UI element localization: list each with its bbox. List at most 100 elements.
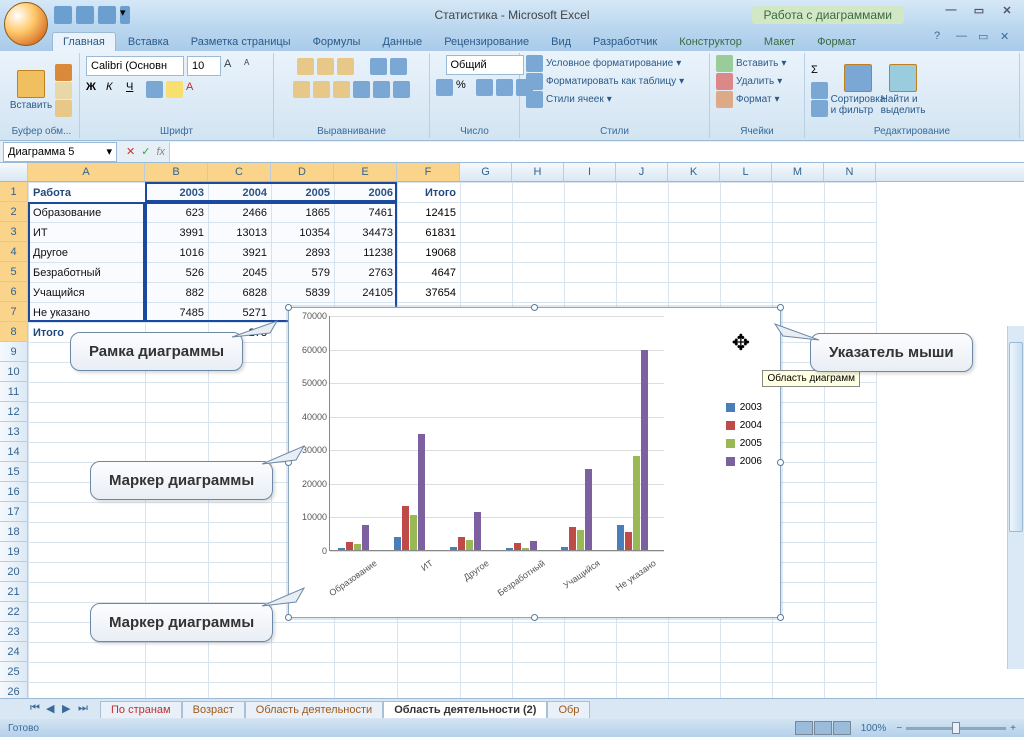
cell-M24[interactable] (773, 643, 825, 663)
cell-G4[interactable] (461, 243, 513, 263)
cell-N24[interactable] (825, 643, 877, 663)
paste-button[interactable]: Вставить (10, 59, 52, 121)
bar-Другое-2005[interactable] (466, 540, 473, 550)
cell-I6[interactable] (565, 283, 617, 303)
cell-B24[interactable] (146, 643, 209, 663)
cell-C12[interactable] (209, 403, 272, 423)
zoom-level[interactable]: 100% (861, 723, 887, 734)
increase-decimal-icon[interactable] (496, 79, 513, 96)
col-header-J[interactable]: J (616, 163, 668, 181)
name-box[interactable]: Диаграмма 5▾ (3, 142, 117, 162)
cell-D24[interactable] (272, 643, 335, 663)
col-header-E[interactable]: E (334, 163, 397, 181)
insert-cells-button[interactable]: Вставить ▾ (716, 55, 786, 72)
cell-F4[interactable]: 19068 (398, 243, 461, 263)
select-all-corner[interactable] (0, 163, 28, 181)
row-header-19[interactable]: 19 (0, 542, 28, 562)
undo-icon[interactable] (76, 6, 94, 24)
cell-J24[interactable] (617, 643, 669, 663)
clear-icon[interactable] (811, 100, 828, 117)
row-header-15[interactable]: 15 (0, 462, 28, 482)
view-page-layout-button[interactable] (814, 721, 832, 735)
cell-B18[interactable] (146, 523, 209, 543)
row-header-20[interactable]: 20 (0, 562, 28, 582)
formula-input[interactable] (169, 142, 1024, 162)
cell-F1[interactable]: Итого (398, 183, 461, 203)
align-right-icon[interactable] (333, 81, 350, 98)
cell-J4[interactable] (617, 243, 669, 263)
bar-Другое-2006[interactable] (474, 512, 481, 550)
cell-A24[interactable] (29, 643, 146, 663)
orientation-icon[interactable] (370, 58, 387, 75)
cell-N1[interactable] (825, 183, 877, 203)
cell-N7[interactable] (825, 303, 877, 323)
cell-J6[interactable] (617, 283, 669, 303)
col-header-B[interactable]: B (145, 163, 208, 181)
cell-H24[interactable] (513, 643, 565, 663)
cell-B19[interactable] (146, 543, 209, 563)
cell-H4[interactable] (513, 243, 565, 263)
fx-icon[interactable]: fx (156, 146, 165, 158)
row-header-21[interactable]: 21 (0, 582, 28, 602)
format-cells-button[interactable]: Формат ▾ (716, 91, 780, 108)
cell-A14[interactable] (29, 443, 146, 463)
view-normal-button[interactable] (795, 721, 813, 735)
cell-N19[interactable] (825, 543, 877, 563)
cell-A20[interactable] (29, 563, 146, 583)
border-icon[interactable] (146, 81, 163, 98)
cell-M1[interactable] (773, 183, 825, 203)
align-left-icon[interactable] (293, 81, 310, 98)
chart-handle-se[interactable] (777, 614, 784, 621)
tab-home[interactable]: Главная (52, 32, 116, 51)
bar-Не указано-2003[interactable] (617, 525, 624, 550)
cell-J5[interactable] (617, 263, 669, 283)
cell-K24[interactable] (669, 643, 721, 663)
chart-handle-s[interactable] (531, 614, 538, 621)
sheet-tab-1[interactable]: Возраст (182, 701, 245, 718)
bar-ИТ-2003[interactable] (394, 537, 401, 550)
cell-A18[interactable] (29, 523, 146, 543)
cell-B14[interactable] (146, 443, 209, 463)
underline-icon[interactable]: Ч (126, 81, 143, 98)
cell-H5[interactable] (513, 263, 565, 283)
cell-N21[interactable] (825, 583, 877, 603)
cell-H3[interactable] (513, 223, 565, 243)
bar-Безработный-2005[interactable] (522, 548, 529, 550)
number-format-combo[interactable]: Общий (446, 55, 524, 75)
cell-E23[interactable] (335, 623, 398, 643)
cell-F2[interactable]: 12415 (398, 203, 461, 223)
row-header-1[interactable]: 1 (0, 182, 28, 202)
row-header-2[interactable]: 2 (0, 202, 28, 222)
cell-F24[interactable] (398, 643, 461, 663)
legend-item-2003[interactable]: 2003 (726, 398, 762, 416)
col-header-C[interactable]: C (208, 163, 271, 181)
cell-I2[interactable] (565, 203, 617, 223)
cell-M3[interactable] (773, 223, 825, 243)
cell-N12[interactable] (825, 403, 877, 423)
font-color-icon[interactable]: A (186, 81, 203, 98)
cell-N6[interactable] (825, 283, 877, 303)
cell-N23[interactable] (825, 623, 877, 643)
cond-format-button[interactable]: Условное форматирование ▾ (526, 55, 681, 72)
bar-Образование-2006[interactable] (362, 525, 369, 550)
cell-B12[interactable] (146, 403, 209, 423)
bar-ИТ-2005[interactable] (410, 515, 417, 550)
cell-B25[interactable] (146, 663, 209, 683)
cell-A21[interactable] (29, 583, 146, 603)
cell-L23[interactable] (721, 623, 773, 643)
bar-Учащийся-2005[interactable] (577, 530, 584, 550)
sheet-nav-next-icon[interactable]: ▶ (62, 702, 76, 716)
zoom-in-icon[interactable]: + (1010, 723, 1016, 734)
cell-F5[interactable]: 4647 (398, 263, 461, 283)
cell-G24[interactable] (461, 643, 513, 663)
cell-J1[interactable] (617, 183, 669, 203)
cell-G23[interactable] (461, 623, 513, 643)
align-top-icon[interactable] (297, 58, 314, 75)
office-button[interactable] (4, 2, 48, 46)
cell-K2[interactable] (669, 203, 721, 223)
minimize-button[interactable]: — (940, 4, 962, 18)
vertical-scrollbar[interactable] (1007, 326, 1024, 669)
cell-C25[interactable] (209, 663, 272, 683)
zoom-out-icon[interactable]: − (896, 723, 902, 734)
cell-J3[interactable] (617, 223, 669, 243)
